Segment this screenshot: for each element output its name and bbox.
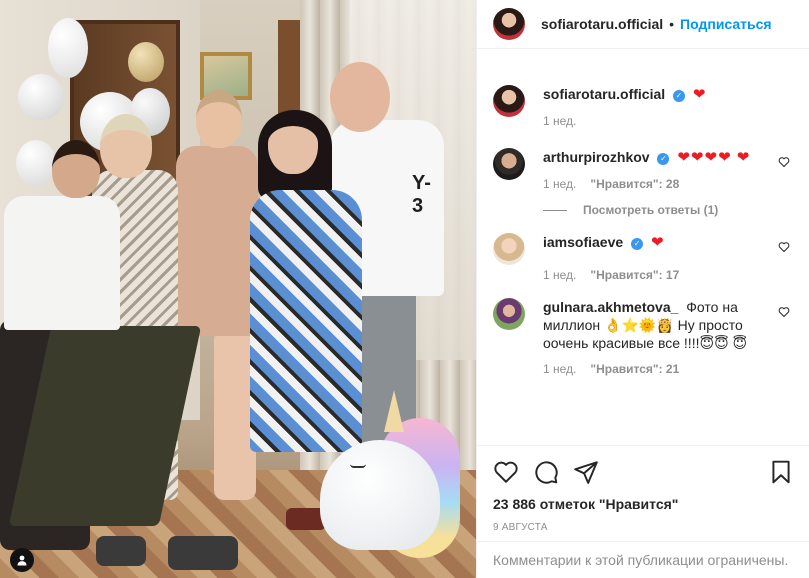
comment-time[interactable]: 1 нед. [543,360,576,378]
heart-outline-icon[interactable] [778,156,790,168]
heart-outline-icon[interactable] [778,306,790,318]
action-icons-row [493,458,794,486]
caption-username[interactable]: sofiarotaru.official [543,86,665,102]
photo-balloon [16,140,56,186]
comment-username[interactable]: arthurpirozhkov [543,149,650,165]
verified-icon: ✓ [631,238,644,250]
verified-icon: ✓ [657,153,670,165]
comment-text: ❤ [650,234,665,251]
comments-list[interactable]: sofiarotaru.official ✓ ❤ 1 нед. arthurpi… [477,65,809,445]
likes-count[interactable]: 23 886 отметок "Нравится" [493,496,794,512]
post-side-panel: sofiarotaru.official • Подписаться sofia… [476,0,809,578]
comment-likes[interactable]: "Нравится": 21 [590,360,679,378]
caption-time[interactable]: 1 нед. [543,112,576,130]
post-date[interactable]: 9 АВГУСТА [493,522,794,533]
follow-button[interactable]: Подписаться [680,16,772,32]
comment-username[interactable]: iamsofiaeve [543,234,623,250]
bookmark-icon[interactable] [768,459,794,485]
photo-balloon [128,42,164,82]
comment-text: ❤❤❤❤ ❤ [677,149,751,166]
header-separator: • [669,16,675,32]
caption: sofiarotaru.official ✓ ❤ 1 нед. [493,85,794,130]
photo-balloon [18,74,64,120]
replies-divider [543,209,567,211]
comment-meta: 1 нед. "Нравится": 21 [543,360,761,378]
tagged-users-button[interactable] [10,548,34,572]
comment-username[interactable]: gulnara.akhmetova_ [543,299,678,315]
caption-text: ❤ [692,86,707,103]
comment-item: gulnara.akhmetova_ Фото на миллион 👌⭐🌞👸 … [493,298,794,378]
comment-item: arthurpirozhkov ✓ ❤❤❤❤ ❤ 1 нед. "Нравитс… [493,148,794,193]
comment-likes[interactable]: "Нравится": 28 [590,175,679,193]
comment-meta: 1 нед. "Нравится": 17 [543,266,761,284]
comment-time[interactable]: 1 нед. [543,175,576,193]
view-replies-label: Посмотреть ответы (1) [583,203,719,217]
photo-balloon [48,18,88,78]
user-icon [17,555,27,566]
comment-likes[interactable]: "Нравится": 17 [590,266,679,284]
caption-meta: 1 нед. [543,112,761,130]
comment-meta: 1 нед. "Нравится": 28 [543,175,761,193]
comment-avatar[interactable] [493,298,525,330]
comment-item: iamsofiaeve ✓ ❤ 1 нед. "Нравится": 17 [493,233,794,284]
tshirt-logo: Y-3 [412,172,431,217]
comments-restricted-notice: Комментарии к этой публикации ограничены… [477,541,809,578]
comment-avatar[interactable] [493,233,525,265]
share-icon[interactable] [573,459,599,485]
comment-body: iamsofiaeve ✓ ❤ 1 нед. "Нравится": 17 [543,233,761,284]
caption-avatar[interactable] [493,85,525,117]
heart-outline-icon[interactable] [778,241,790,253]
like-icon[interactable] [493,459,519,485]
view-replies-button[interactable]: Посмотреть ответы (1) [543,203,794,217]
comment-icon[interactable] [533,459,559,485]
caption-body: sofiarotaru.official ✓ ❤ 1 нед. [543,85,761,130]
comment-body: gulnara.akhmetova_ Фото на миллион 👌⭐🌞👸 … [543,298,761,378]
post-actions: 23 886 отметок "Нравится" 9 АВГУСТА [477,445,809,533]
comment-body: arthurpirozhkov ✓ ❤❤❤❤ ❤ 1 нед. "Нравитс… [543,148,761,193]
author-username[interactable]: sofiarotaru.official [541,16,663,32]
photo-unicorn-balloon [320,390,460,570]
verified-icon: ✓ [673,90,686,102]
post-header: sofiarotaru.official • Подписаться [477,0,809,49]
comment-time[interactable]: 1 нед. [543,266,576,284]
comment-avatar[interactable] [493,148,525,180]
author-avatar[interactable] [493,8,525,40]
post-photo[interactable]: Y-3 [0,0,476,578]
